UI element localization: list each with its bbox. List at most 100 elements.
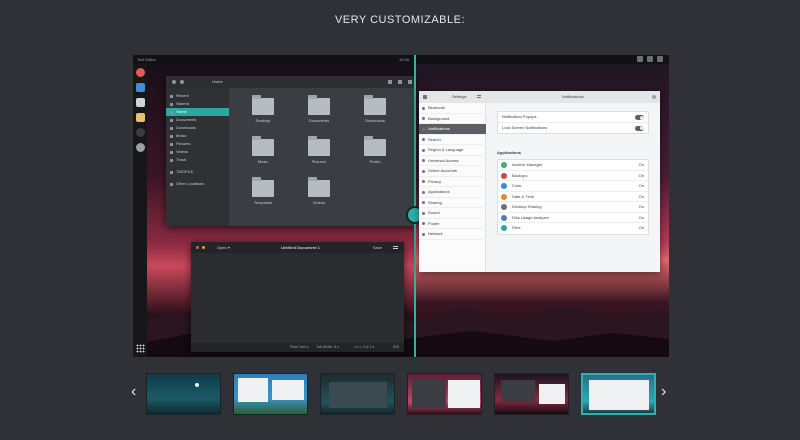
sidebar-item-device[interactable]: TMOFILE: [166, 168, 229, 176]
app-icon: [501, 162, 507, 168]
folder-videos[interactable]: Videos: [299, 177, 339, 214]
clock[interactable]: 10:29: [399, 55, 409, 64]
sidebar-item-search[interactable]: Search: [419, 135, 486, 145]
app-name: Date & Time: [512, 193, 535, 199]
prev-arrow-icon[interactable]: ‹: [131, 384, 136, 400]
file-manager-sidebar: Recent Starred Home Documents Downloads …: [166, 88, 229, 226]
notifications-panel: Notification Popups Lock Screen Notifica…: [497, 103, 649, 272]
sidebar-item-sharing[interactable]: Sharing: [419, 198, 486, 208]
sidebar-item-pictures[interactable]: Pictures: [166, 140, 229, 148]
app-name: Color: [512, 183, 522, 188]
folder-downloads[interactable]: Downloads: [355, 95, 395, 132]
path-bar[interactable]: Home: [212, 76, 223, 88]
firefox-icon[interactable]: [136, 68, 145, 77]
volume-icon[interactable]: [647, 56, 653, 62]
terminal-icon[interactable]: [136, 128, 145, 137]
thumbnail-4[interactable]: [407, 373, 482, 415]
search-icon[interactable]: [388, 80, 392, 84]
app-icon: [501, 183, 507, 189]
sidebar-item-network[interactable]: Network: [419, 229, 486, 240]
app-name: Disk Usage Analyzer: [512, 214, 549, 220]
sidebar-item-background[interactable]: Background: [419, 114, 486, 124]
thumbnail-6-selected[interactable]: [581, 373, 656, 415]
sidebar-item-sound[interactable]: Sound: [419, 208, 486, 219]
sidebar-item-region[interactable]: Region & Language: [419, 145, 486, 156]
tab-width[interactable]: Tab Width: 8 ▾: [316, 343, 339, 352]
settings-header: Settings Notifications: [419, 91, 660, 103]
thumbnail-2[interactable]: [233, 373, 308, 415]
thumbnail-5[interactable]: [494, 373, 569, 415]
forward-icon[interactable]: [180, 80, 184, 84]
sidebar-item-power[interactable]: Power: [419, 219, 486, 229]
sidebar-item-home[interactable]: Home: [166, 108, 229, 116]
sidebar-item-documents[interactable]: Documents: [166, 116, 229, 124]
insert-mode: INS: [393, 345, 399, 349]
cursor-position[interactable]: Ln 1, Col 1 ▾: [354, 343, 374, 352]
app-grid-icon[interactable]: [136, 344, 145, 353]
app-status: On: [638, 172, 644, 178]
lock-screen-notifications-row[interactable]: Lock Screen Notifications: [498, 123, 648, 134]
sidebar-item-music[interactable]: Music: [166, 132, 229, 140]
folder-public[interactable]: Public: [355, 136, 395, 173]
sidebar-item-trash[interactable]: Trash: [166, 156, 229, 164]
minimize-icon[interactable]: [202, 246, 205, 249]
files-icon[interactable]: [136, 83, 145, 92]
sidebar-item-other-locations[interactable]: Other Locations: [166, 180, 229, 188]
sidebar-item-applications[interactable]: Applications: [419, 187, 486, 198]
save-button[interactable]: Save: [373, 242, 382, 253]
folder-desktop[interactable]: Desktop: [243, 95, 283, 132]
search-icon[interactable]: [423, 95, 427, 99]
sidebar-item-starred[interactable]: Starred: [166, 100, 229, 108]
app-status: On: [638, 225, 644, 230]
menu-icon[interactable]: [408, 80, 412, 84]
sidebar-item-universal-access[interactable]: Universal Access: [419, 156, 486, 166]
sidebar-item-recent[interactable]: Recent: [166, 92, 229, 100]
sidebar-item-downloads[interactable]: Downloads: [166, 124, 229, 132]
app-row[interactable]: Files On: [498, 223, 648, 234]
applications-heading: Applications: [497, 150, 522, 155]
app-row[interactable]: Archive Manager On: [498, 160, 648, 171]
text-editor-header: Open ▾ Untitled Document 1 Save: [191, 242, 404, 253]
back-icon[interactable]: [172, 80, 176, 84]
folder-music[interactable]: Music: [243, 136, 283, 173]
status-bar: Plain Text ▾ Tab Width: 8 ▾ Ln 1, Col 1 …: [191, 343, 404, 352]
notification-popups-row[interactable]: Notification Popups: [498, 112, 648, 123]
hamburger-menu-icon[interactable]: [393, 246, 398, 249]
toggle-card: Notification Popups Lock Screen Notifica…: [497, 111, 649, 134]
syntax-mode[interactable]: Plain Text ▾: [290, 343, 308, 352]
network-icon[interactable]: [637, 56, 643, 62]
folder-documents[interactable]: Documents: [299, 95, 339, 132]
close-icon[interactable]: [196, 246, 199, 249]
app-row[interactable]: Backups On: [498, 171, 648, 181]
power-icon[interactable]: [657, 56, 663, 62]
app-status: On: [638, 193, 644, 199]
sidebar-item-online-accounts[interactable]: Online Accounts: [419, 166, 486, 177]
app-row[interactable]: Date & Time On: [498, 192, 648, 202]
text-editor-icon[interactable]: [136, 113, 145, 122]
next-arrow-icon[interactable]: ›: [661, 384, 666, 400]
app-row[interactable]: Color On: [498, 181, 648, 192]
sidebar-item-privacy[interactable]: Privacy: [419, 177, 486, 187]
app-row[interactable]: Desktop Sharing On: [498, 202, 648, 213]
app-status: On: [638, 183, 644, 188]
open-button[interactable]: Open ▾: [217, 242, 230, 253]
app-icon: [501, 204, 507, 210]
document-title: Untitled Document 1: [281, 245, 320, 250]
sidebar-item-notifications[interactable]: Notifications: [419, 124, 486, 135]
settings-icon[interactable]: [136, 143, 145, 152]
close-icon[interactable]: [652, 95, 656, 99]
thumbnail-3[interactable]: [320, 373, 395, 415]
view-options-icon[interactable]: [398, 80, 402, 84]
app-row[interactable]: Disk Usage Analyzer On: [498, 213, 648, 223]
text-area[interactable]: [191, 253, 404, 343]
folder-pictures[interactable]: Pictures: [299, 136, 339, 173]
folder-templates[interactable]: Templates: [243, 177, 283, 214]
menu-icon[interactable]: [477, 95, 481, 98]
notification-popups-toggle[interactable]: [635, 115, 644, 120]
sidebar-item-bluetooth[interactable]: Bluetooth: [419, 103, 486, 114]
sidebar-item-videos[interactable]: Videos: [166, 148, 229, 156]
app-status: On: [638, 214, 644, 220]
lock-screen-notifications-toggle[interactable]: [635, 125, 644, 131]
software-icon[interactable]: [136, 98, 145, 107]
thumbnail-1[interactable]: [146, 373, 221, 415]
